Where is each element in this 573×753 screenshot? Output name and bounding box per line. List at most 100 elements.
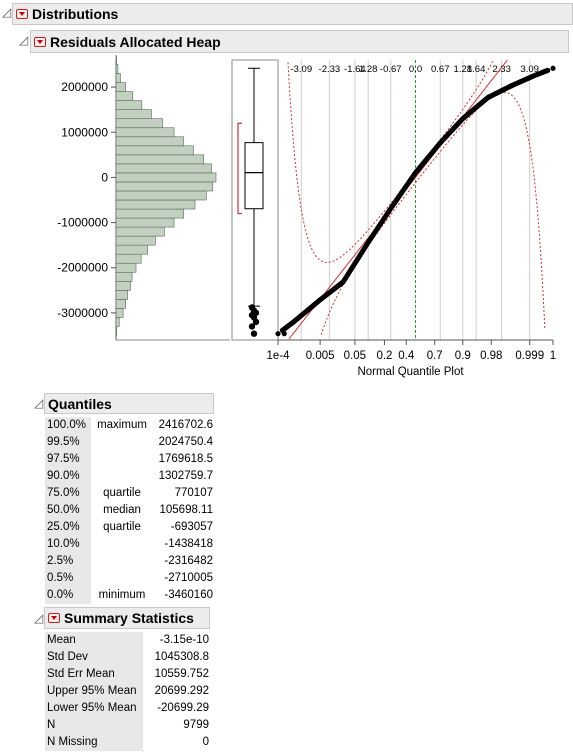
- top-tick-label: 0.0: [409, 64, 422, 75]
- summary-value: 20699.292: [154, 685, 209, 697]
- histogram-bar: [115, 145, 194, 156]
- collapse-icon[interactable]: ◿: [34, 611, 43, 625]
- bottom-tick-label: 0.98: [480, 350, 502, 362]
- summary-value: 9799: [183, 719, 209, 731]
- quantile-value: -2710005: [164, 572, 213, 584]
- summary-row: N Missing 0: [45, 734, 211, 751]
- red-menu-icon[interactable]: [48, 613, 60, 623]
- summary-value: 0: [202, 736, 209, 748]
- top-tick-label: -0.67: [380, 64, 402, 75]
- summary-row: Std Err Mean 10559.752: [45, 666, 211, 683]
- quantile-row: 2.5% -2316482: [45, 553, 215, 570]
- quantile-label: [91, 434, 153, 451]
- residuals-header[interactable]: Residuals Allocated Heap: [30, 30, 569, 53]
- summary-label: Upper 95% Mean: [45, 683, 143, 700]
- summary-value: -20699.29: [157, 702, 209, 714]
- quantile-row: 50.0% median 105698.11: [45, 502, 215, 519]
- quantile-percent: 25.0%: [45, 519, 91, 536]
- histogram-bar: [115, 136, 185, 147]
- histogram-bar: [115, 163, 212, 174]
- quantile-value: 105698.11: [159, 504, 213, 516]
- top-tick-label: 0.67: [431, 64, 450, 75]
- quantile-label: [91, 536, 153, 553]
- bottom-tick-label: 0.9: [455, 350, 471, 362]
- quantile-row: 100.0% maximum 2416702.6: [45, 417, 215, 434]
- quantile-percent: 97.5%: [45, 451, 91, 468]
- histogram-bar: [115, 154, 205, 165]
- histogram-bar: [115, 308, 124, 318]
- quantile-label: [91, 468, 153, 485]
- normal-quantile-plot: -3.09 -2.33 -1.641.28 -0.67 0.0 0.67 1.281.64 2…: [266, 59, 556, 378]
- summary-value: 10559.752: [154, 668, 209, 680]
- histogram-bar: [115, 217, 175, 228]
- quantile-label: median: [103, 504, 141, 516]
- summary-statistics-table: Mean -3.15e-10 Std Dev 1045308.8 Std Err Mea…: [45, 632, 211, 751]
- data-point: [281, 331, 287, 337]
- histogram: 2000000 1000000 0 -1000000 -2000000 -3000000: [57, 55, 230, 341]
- quantile-percent: 50.0%: [45, 502, 91, 519]
- histogram-bar: [115, 100, 143, 110]
- summary-statistics-header[interactable]: Summary Statistics: [44, 607, 210, 629]
- bottom-tick-label: 0.005: [306, 350, 335, 362]
- quantile-value: -1438418: [164, 538, 213, 550]
- outlier-point: [248, 323, 256, 330]
- quantile-percent: 10.0%: [45, 536, 91, 553]
- quantile-label: [91, 553, 153, 570]
- histogram-bar: [115, 109, 152, 120]
- histogram-bar: [115, 190, 207, 201]
- quantiles-title: Quantiles: [48, 395, 112, 412]
- summary-label: Lower 95% Mean: [45, 700, 143, 717]
- outlier-point: [250, 330, 258, 337]
- distribution-plot: 200000010000000-1000000-2000000-3000000 …: [57, 55, 556, 378]
- distributions-header[interactable]: Distributions: [12, 3, 573, 25]
- collapse-icon[interactable]: ◿: [34, 396, 43, 410]
- quantile-row: 25.0% quartile -693057: [45, 519, 215, 536]
- summary-row: Upper 95% Mean 20699.292: [45, 683, 211, 700]
- collapse-icon[interactable]: ◿: [2, 5, 11, 19]
- shortest-half-bracket: [237, 122, 242, 215]
- collapse-icon[interactable]: ◿: [19, 33, 28, 47]
- y-axis-tick-label: 0: [101, 170, 108, 184]
- qq-plot-label: Normal Quantile Plot: [357, 366, 464, 378]
- quantile-value: 1769618.5: [158, 453, 213, 465]
- y-axis-tick-label: -1000000: [57, 216, 108, 230]
- histogram-bar: [115, 172, 217, 183]
- summary-row: Std Dev 1045308.8: [45, 649, 211, 666]
- red-menu-icon[interactable]: [34, 36, 46, 47]
- quantile-label: minimum: [98, 589, 146, 601]
- histogram-bar: [115, 181, 214, 192]
- histogram-bar: [115, 280, 131, 291]
- y-axis-tick-label: 2000000: [61, 80, 108, 94]
- quantile-row: 97.5% 1769618.5: [45, 451, 215, 468]
- quantiles-header[interactable]: Quantiles: [44, 393, 214, 414]
- summary-value: 1045308.8: [154, 651, 209, 663]
- summary-label: N Missing: [45, 734, 143, 751]
- quantile-label: [91, 451, 153, 468]
- summary-label: Std Dev: [45, 649, 143, 666]
- summary-row: Mean -3.15e-10: [45, 632, 211, 649]
- histogram-bar: [115, 208, 185, 219]
- red-menu-icon[interactable]: [16, 9, 28, 19]
- bottom-tick-label: 1e-4: [266, 350, 290, 362]
- summary-statistics-title: Summary Statistics: [64, 610, 194, 626]
- quantile-value: -693057: [170, 521, 213, 533]
- summary-value: -3.15e-10: [159, 634, 209, 646]
- quantile-row: 10.0% -1438418: [45, 536, 215, 553]
- bottom-tick-label: 0.2: [376, 350, 392, 362]
- bottom-tick-label: 0.05: [344, 350, 366, 362]
- histogram-bar: [115, 127, 175, 138]
- top-tick-label: 1.64: [467, 64, 486, 75]
- quantile-row: 90.0% 1302759.7: [45, 468, 215, 485]
- quantile-label: maximum: [97, 419, 147, 431]
- quantile-value: 2024750.4: [158, 436, 213, 448]
- histogram-bar: [115, 317, 120, 327]
- quantile-row: 0.5% -2710005: [45, 570, 215, 587]
- summary-label: Mean: [45, 632, 143, 649]
- quantile-percent: 0.0%: [45, 587, 91, 604]
- histogram-bar: [115, 271, 133, 282]
- top-tick-label: 1.28: [359, 64, 378, 75]
- quantile-percent: 90.0%: [45, 468, 91, 485]
- bottom-tick-label: 0.7: [427, 350, 443, 362]
- quantile-label: [91, 570, 153, 587]
- y-axis-tick-label: -2000000: [57, 261, 108, 275]
